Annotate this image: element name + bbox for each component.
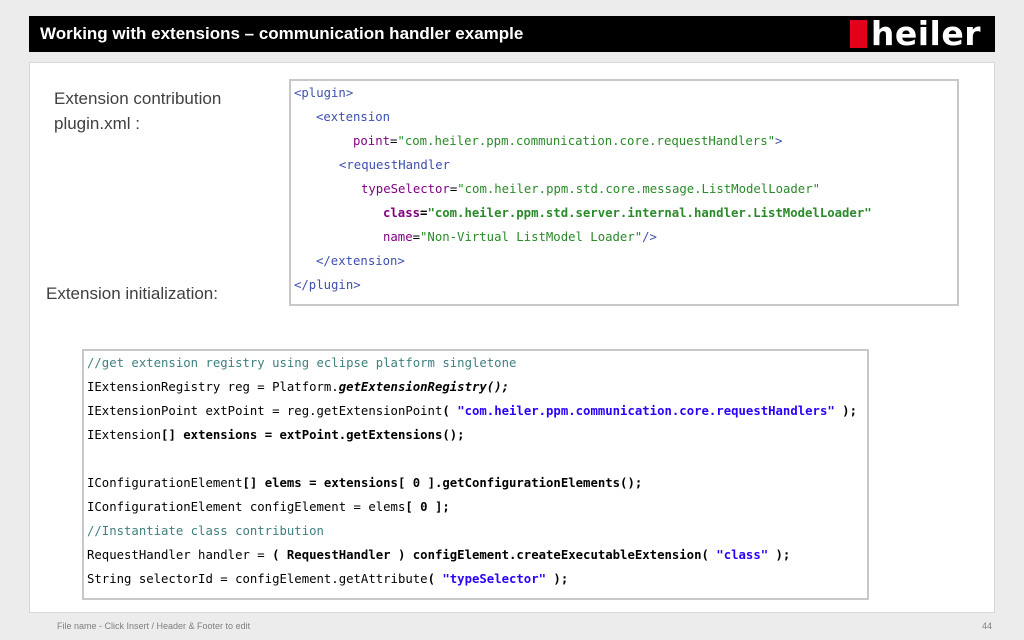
java-code: ( RequestHandler ) configElement.createE…	[272, 548, 717, 562]
java-line: IExtensionRegistry reg = Platform.getExt…	[87, 380, 509, 394]
xml-line: class="com.heiler.ppm.std.server.interna…	[383, 206, 872, 220]
java-code: RequestHandler handler =	[87, 548, 273, 562]
java-code: IExtension	[87, 428, 162, 442]
xml-attr-name: name	[383, 230, 413, 244]
xml-attr-value: "Non-Virtual ListModel Loader"	[420, 230, 643, 244]
java-code: );	[834, 404, 857, 418]
initialization-label: Extension initialization:	[46, 284, 218, 303]
heiler-logo: heiler	[849, 14, 981, 53]
java-comment: //Instantiate class contribution	[87, 524, 324, 538]
slide-title: Working with extensions – communication …	[40, 24, 524, 43]
xml-code-box: <plugin> <extension point="com.heiler.pp…	[289, 79, 959, 306]
xml-line: <extension	[316, 110, 390, 124]
java-code: String selectorId = configElement.getAtt…	[87, 572, 428, 586]
java-comment: //get extension registry using eclipse p…	[87, 356, 517, 370]
xml-plugin-open: <plugin>	[294, 86, 354, 100]
java-code: IExtensionPoint extPoint = reg.getExtens…	[87, 404, 443, 418]
xml-extension-open: <extension	[316, 110, 391, 124]
xml-attr-name: typeSelector	[361, 182, 450, 196]
java-code: );	[768, 548, 791, 562]
java-code-box: //get extension registry using eclipse p…	[82, 349, 869, 600]
java-code: [] extensions = extPoint.getExtensions()…	[161, 428, 465, 442]
xml-tag-end: />	[642, 230, 657, 244]
java-string: "typeSelector"	[442, 572, 547, 586]
java-code: (	[427, 572, 443, 586]
java-string: "class"	[716, 548, 769, 562]
xml-attr-value: "com.heiler.ppm.std.server.internal.hand…	[427, 206, 872, 220]
java-code: IConfigurationElement	[87, 476, 243, 490]
xml-line: <requestHandler	[339, 158, 450, 172]
java-line: IConfigurationElement[] elems = extensio…	[87, 476, 642, 490]
xml-line: <plugin>	[294, 86, 353, 100]
java-code: getExtensionRegistry();	[338, 380, 509, 394]
xml-line: point="com.heiler.ppm.communication.core…	[353, 134, 783, 148]
xml-attr-name: class	[383, 206, 421, 220]
java-code: [ 0 ];	[405, 500, 450, 514]
java-code: (	[442, 404, 458, 418]
contribution-label: Extension contribution plugin.xml :	[54, 89, 222, 133]
xml-attr-name: point	[353, 134, 391, 148]
java-line: RequestHandler handler = ( RequestHandle…	[87, 548, 790, 562]
java-line: IExtensionPoint extPoint = reg.getExtens…	[87, 404, 857, 418]
xml-line: typeSelector="com.heiler.ppm.std.core.me…	[361, 182, 821, 196]
xml-requesthandler-open: <requestHandler	[339, 158, 451, 172]
slide-header: Working with extensions – communication …	[29, 16, 995, 52]
xml-tag-end: >	[775, 134, 783, 148]
xml-line: </extension>	[316, 254, 405, 268]
java-line: IConfigurationElement configElement = el…	[87, 500, 450, 514]
xml-plugin-close: </plugin>	[294, 278, 361, 292]
logo-mark-icon	[849, 20, 867, 48]
xml-line: name="Non-Virtual ListModel Loader"/>	[383, 230, 657, 244]
java-code: IConfigurationElement configElement = el…	[87, 500, 406, 514]
java-string: "com.heiler.ppm.communication.core.reque…	[457, 404, 835, 418]
xml-extension-close: </extension>	[316, 254, 405, 268]
java-code: [] elems = extensions[ 0 ].getConfigurat…	[242, 476, 643, 490]
java-code: );	[546, 572, 569, 586]
java-line: String selectorId = configElement.getAtt…	[87, 572, 568, 586]
xml-attr-value: "com.heiler.ppm.std.core.message.ListMod…	[457, 182, 821, 196]
xml-line: </plugin>	[294, 278, 361, 292]
java-line: IExtension[] extensions = extPoint.getEx…	[87, 428, 465, 442]
java-code: IExtensionRegistry reg = Platform.	[87, 380, 339, 394]
logo-text: heiler	[870, 14, 981, 53]
page-number: 44	[981, 621, 992, 631]
footer-text: File name - Click Insert / Header & Foot…	[57, 621, 251, 631]
xml-attr-value: "com.heiler.ppm.communication.core.reque…	[397, 134, 776, 148]
